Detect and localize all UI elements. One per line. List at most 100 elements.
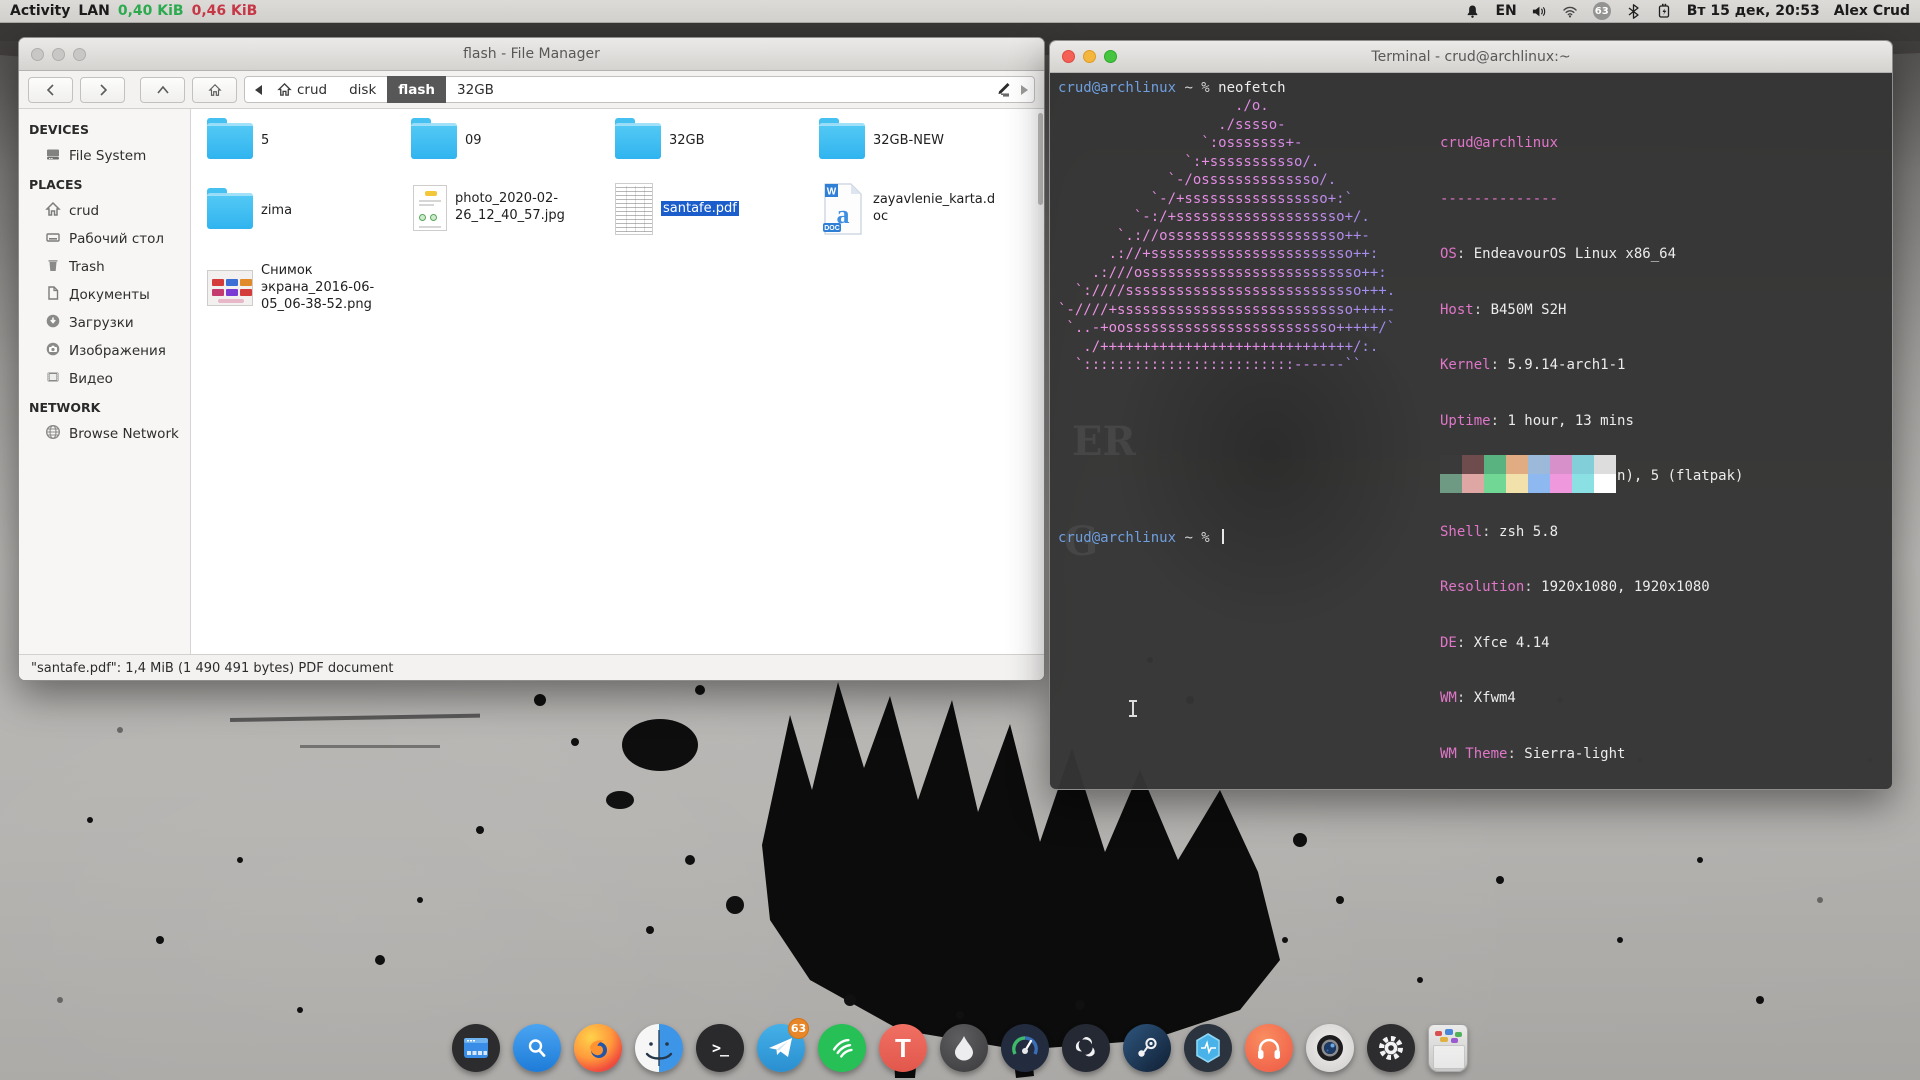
user-menu[interactable]: Alex Crud <box>1834 3 1910 19</box>
breadcrumb-flash-selected[interactable]: flash <box>387 76 446 103</box>
volume-icon[interactable] <box>1531 3 1548 20</box>
file-name: 5 <box>261 133 391 150</box>
breadcrumb-crud[interactable]: crud <box>266 76 338 103</box>
clock[interactable]: Вт 15 дек, 20:53 <box>1687 3 1820 19</box>
breadcrumb-label: flash <box>398 82 435 98</box>
documents-icon <box>45 285 61 305</box>
pdf-thumbnail <box>615 183 653 235</box>
folder-icon <box>411 123 457 159</box>
dock-camera-icon[interactable] <box>1306 1024 1354 1072</box>
video-icon <box>45 369 61 389</box>
forward-button[interactable] <box>80 77 125 103</box>
file-item-screenshot-png[interactable]: Снимок экрана_2016-06-05_06-38-52.png <box>207 263 391 314</box>
dock-workspaces-icon[interactable] <box>452 1024 500 1072</box>
file-manager-window: flash - File Manager crud disk flash 32G… <box>18 37 1045 681</box>
breadcrumb-disk[interactable]: disk <box>338 76 387 103</box>
back-button[interactable] <box>28 77 73 103</box>
dock-telegram-icon[interactable]: 63 <box>757 1024 805 1072</box>
terminal-titlebar[interactable]: Terminal - crud@archlinux:~ <box>1050 41 1892 73</box>
file-item-zayavlenie-doc[interactable]: W a DOC zayavlenie_karta.doc <box>819 183 1003 235</box>
selected-file-name: santafe.pdf <box>661 201 739 216</box>
dock-terminal-icon[interactable]: >_ <box>696 1024 744 1072</box>
file-name: 32GB <box>669 133 799 150</box>
sidebar-item-video[interactable]: Видео <box>19 365 190 393</box>
sidebar-item-file-system[interactable]: File System <box>19 142 190 170</box>
file-manager-toolbar: crud disk flash 32GB <box>19 71 1044 109</box>
file-manager-titlebar[interactable]: flash - File Manager <box>19 38 1044 71</box>
dock-firefox-icon[interactable] <box>574 1024 622 1072</box>
file-item-folder-32gb[interactable]: 32GB <box>615 123 799 159</box>
file-manager-sidebar: DEVICES File System PLACES crud Рабочий … <box>19 109 191 654</box>
file-item-folder-zima[interactable]: zima <box>207 193 391 229</box>
dock-trash-icon[interactable] <box>1428 1024 1468 1072</box>
file-item-folder-5[interactable]: 5 <box>207 123 391 159</box>
neofetch-color-palette <box>1440 455 1616 493</box>
telegram-tray-badge[interactable]: 63 <box>1593 2 1611 20</box>
close-button[interactable] <box>31 48 44 61</box>
breadcrumb-scroll-right-icon[interactable] <box>1021 85 1028 95</box>
minimize-button[interactable] <box>1083 50 1096 63</box>
sidebar-item-documents[interactable]: Документы <box>19 281 190 309</box>
dock-spotify-icon[interactable] <box>818 1024 866 1072</box>
sidebar-item-label: Рабочий стол <box>69 231 164 247</box>
maximize-button[interactable] <box>73 48 86 61</box>
file-manager-statusbar: "santafe.pdf": 1,4 MiB (1 490 491 bytes)… <box>19 654 1044 681</box>
file-item-photo-jpg[interactable]: photo_2020-02-26_12_40_57.jpg <box>413 185 585 231</box>
window-title: Terminal - crud@archlinux:~ <box>1050 49 1892 65</box>
up-button[interactable] <box>140 77 185 103</box>
dock-settings-icon[interactable] <box>1367 1024 1415 1072</box>
file-item-folder-32gb-new[interactable]: 32GB-NEW <box>819 123 1003 159</box>
telegram-badge: 63 <box>788 1018 809 1039</box>
file-name: 32GB-NEW <box>873 133 1003 150</box>
sidebar-item-label: Видео <box>69 371 113 387</box>
notification-bell-icon[interactable] <box>1464 3 1481 20</box>
dock-system-monitor-icon[interactable] <box>1001 1024 1049 1072</box>
dock-t-app-icon[interactable]: T <box>879 1024 927 1072</box>
edit-path-icon[interactable] <box>995 79 1013 101</box>
wifi-icon[interactable] <box>1562 3 1579 20</box>
svg-text:DOC: DOC <box>824 225 840 232</box>
sidebar-item-images[interactable]: Изображения <box>19 337 190 365</box>
maximize-button[interactable] <box>1104 50 1117 63</box>
close-button[interactable] <box>1062 50 1075 63</box>
dock-audio-effects-icon[interactable] <box>1184 1024 1232 1072</box>
sidebar-item-trash[interactable]: Trash <box>19 253 190 281</box>
t-glyph: T <box>895 1033 911 1064</box>
trash-icon <box>45 257 61 277</box>
dock-file-manager-icon[interactable] <box>635 1024 683 1072</box>
drive-icon <box>45 146 61 166</box>
neofetch-host-line: crud@archlinux <box>1440 135 1558 151</box>
dock-headphones-icon[interactable] <box>1245 1024 1293 1072</box>
dock-obs-icon[interactable] <box>1062 1024 1110 1072</box>
terminal-content[interactable]: ER G crud@archlinux ~ % neofetch ./o. ./… <box>1050 73 1892 789</box>
file-name: santafe.pdf <box>661 201 791 218</box>
home-button[interactable] <box>192 77 237 103</box>
sidebar-item-desktop[interactable]: Рабочий стол <box>19 225 190 253</box>
keyboard-layout[interactable]: EN <box>1495 3 1516 19</box>
file-item-folder-09[interactable]: 09 <box>411 123 595 159</box>
prompt-user: crud@archlinux <box>1058 530 1176 546</box>
scrollbar-thumb[interactable] <box>1038 113 1043 205</box>
dock-search-icon[interactable] <box>513 1024 561 1072</box>
menubar: Activity LAN 0,40 KiB 0,46 KiB EN 63 Вт … <box>0 0 1920 23</box>
file-name: photo_2020-02-26_12_40_57.jpg <box>455 191 585 225</box>
breadcrumb-32gb[interactable]: 32GB <box>446 76 505 103</box>
activity-label: Activity <box>10 3 70 19</box>
sidebar-item-crud[interactable]: crud <box>19 197 190 225</box>
dock-water-drop-icon[interactable] <box>940 1024 988 1072</box>
command-text: neofetch <box>1218 80 1285 96</box>
terminal-window: Terminal - crud@archlinux:~ ER G crud@ar… <box>1049 40 1893 790</box>
dock-steam-icon[interactable] <box>1123 1024 1171 1072</box>
sidebar-item-browse-network[interactable]: Browse Network <box>19 420 190 448</box>
statusbar-text: "santafe.pdf": 1,4 MiB (1 490 491 bytes)… <box>31 661 393 676</box>
minimize-button[interactable] <box>52 48 65 61</box>
terminal-glyph: >_ <box>712 1039 728 1057</box>
file-pane: 5 09 32GB 32GB-NEW zima <box>191 109 1044 654</box>
bluetooth-icon[interactable] <box>1625 3 1642 20</box>
breadcrumb-label: 32GB <box>457 82 494 98</box>
power-plug-icon[interactable] <box>1656 3 1673 20</box>
file-item-santafe-pdf[interactable]: santafe.pdf <box>615 183 791 235</box>
downloads-icon <box>45 313 61 333</box>
sidebar-item-downloads[interactable]: Загрузки <box>19 309 190 337</box>
breadcrumb-scroll-left-icon[interactable] <box>255 85 262 95</box>
